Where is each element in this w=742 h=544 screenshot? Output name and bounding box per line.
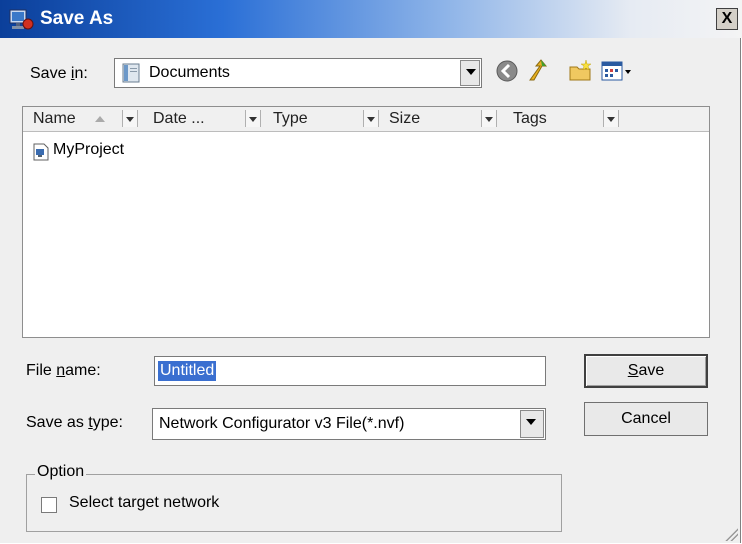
column-size[interactable]: Size — [389, 107, 420, 131]
option-group-title: Option — [35, 463, 87, 481]
up-folder-icon[interactable] — [526, 58, 552, 84]
window-title: Save As — [40, 8, 114, 29]
save-as-dialog: Save As X Save in: Documents Name Date .… — [0, 0, 742, 543]
documents-folder-icon — [122, 63, 140, 83]
title-bar[interactable]: Save As X — [0, 0, 742, 38]
save-in-combo[interactable]: Documents — [114, 58, 482, 88]
column-type[interactable]: Type — [273, 107, 308, 131]
app-icon — [9, 9, 34, 30]
column-date[interactable]: Date ... — [153, 107, 205, 131]
option-group: Option Select target network — [26, 463, 562, 532]
sort-ascending-icon — [95, 116, 105, 122]
select-target-network-checkbox[interactable] — [41, 497, 57, 513]
column-header-row: Name Date ... Type Size Tags — [23, 107, 709, 132]
save-as-type-dropdown-button[interactable] — [520, 410, 544, 438]
cancel-button[interactable]: Cancel — [584, 402, 708, 436]
column-date-filter-button[interactable] — [245, 110, 261, 127]
file-name: MyProject — [53, 141, 125, 158]
save-in-label: Save in: — [30, 65, 88, 82]
file-name-label: File name: — [26, 362, 101, 379]
save-as-type-value: Network Configurator v3 File(*.nvf) — [159, 415, 405, 432]
column-type-filter-button[interactable] — [363, 110, 379, 127]
resize-grip[interactable] — [724, 527, 738, 541]
column-tags-filter-button[interactable] — [603, 110, 619, 127]
new-folder-icon[interactable] — [568, 58, 594, 84]
column-tags[interactable]: Tags — [513, 107, 547, 131]
save-button[interactable]: Save — [584, 354, 708, 388]
save-in-value: Documents — [149, 64, 230, 81]
project-file-icon — [33, 143, 49, 161]
column-size-filter-button[interactable] — [481, 110, 497, 127]
column-name[interactable]: Name — [33, 107, 76, 131]
file-name-value: Untitled — [158, 361, 217, 381]
save-as-type-combo[interactable]: Network Configurator v3 File(*.nvf) — [152, 408, 546, 440]
save-in-dropdown-button[interactable] — [460, 60, 480, 86]
file-list[interactable]: Name Date ... Type Size Tags MyProject — [22, 106, 710, 338]
back-icon[interactable] — [494, 58, 520, 84]
select-target-network-label[interactable]: Select target network — [69, 494, 219, 512]
save-as-type-label: Save as type: — [26, 414, 123, 431]
column-name-filter-button[interactable] — [122, 110, 138, 127]
close-button[interactable]: X — [716, 8, 738, 30]
file-name-input[interactable]: Untitled — [154, 356, 546, 386]
view-menu-icon[interactable] — [600, 58, 634, 84]
